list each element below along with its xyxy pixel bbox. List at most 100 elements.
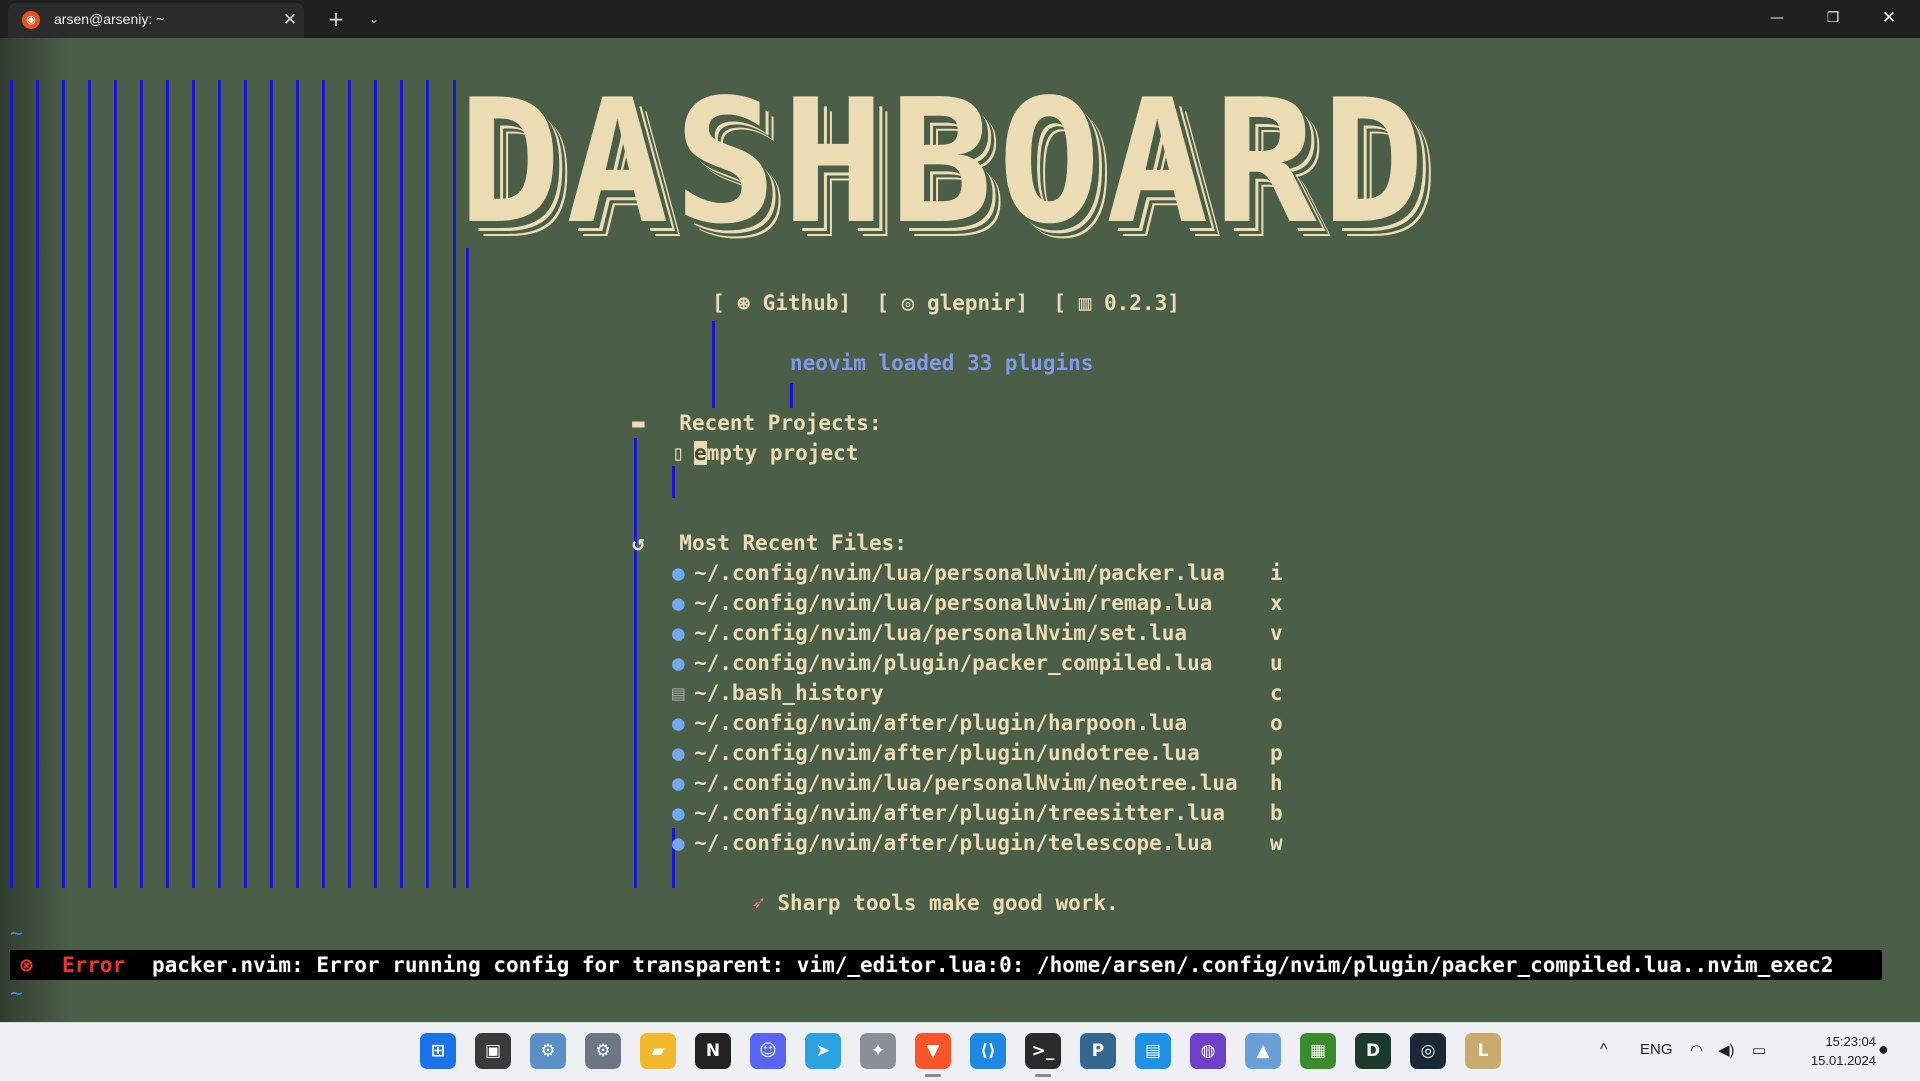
version-icon: ▥ [1066,291,1104,315]
dota-icon[interactable]: D [1355,1033,1391,1069]
indent-guide-line [634,438,637,888]
recent-file-shortcut: o [1270,711,1283,735]
recent-file-item[interactable]: ▤ ~/.bash_history c [672,678,1292,708]
close-tab-button[interactable]: ✕ [278,8,302,32]
lua-icon: ● [672,771,685,795]
recent-file-item[interactable]: ● ~/.config/nvim/after/plugin/undotree.lu… [672,738,1292,768]
recent-file-shortcut: w [1270,831,1283,855]
recent-files-label: Most Recent Files: [679,531,907,555]
recent-project-label: mpty project [706,441,859,465]
recent-file-path: ~/.config/nvim/lua/personalNvim/set.lua [694,621,1188,645]
recent-file-shortcut: x [1270,591,1283,615]
terminal-icon[interactable]: >_ [1025,1033,1061,1077]
user-link[interactable]: glepnir [927,291,1016,315]
error-label: Error [62,953,126,977]
wifi-icon[interactable]: ◠ [1690,1041,1703,1059]
recent-file-item[interactable]: ● ~/.config/nvim/after/plugin/telescope.l… [672,828,1292,858]
volume-icon[interactable]: ◀) [1718,1041,1735,1059]
recent-file-path: ~/.config/nvim/after/plugin/treesitter.l… [694,801,1226,825]
lua-icon: ● [672,801,685,825]
task-view-icon[interactable]: ▣ [475,1033,511,1069]
chevron-up-icon[interactable]: ^ [1600,1041,1608,1059]
recent-files-header: ↺ Most Recent Files: [632,528,907,558]
minecraft-icon[interactable]: ▦ [1300,1033,1336,1069]
github-link[interactable]: Github [763,291,839,315]
recent-file-path: ~/.config/nvim/lua/personalNvim/neotree.… [694,771,1238,795]
indent-guide-line [36,80,39,888]
new-tab-button[interactable]: + [322,6,350,32]
clock-date: 15.01.2024 [1810,1053,1876,1068]
app-icon[interactable]: ✦ [860,1033,896,1069]
indent-guide-line [426,80,429,888]
error-message: packer.nvim: Error running config for tr… [152,953,1834,977]
maximize-button[interactable]: ❐ [1810,0,1856,38]
recent-file-shortcut: b [1270,801,1283,825]
user-icon: ◎ [889,291,927,315]
file-explorer-icon[interactable]: ▰ [640,1033,676,1069]
recent-file-path: ~/.config/nvim/after/plugin/telescope.lu… [694,831,1213,855]
lua-icon: ● [672,831,685,855]
recent-file-item[interactable]: ● ~/.config/nvim/lua/personalNvim/remap.l… [672,588,1292,618]
lua-icon: ● [672,711,685,735]
clock-time: 15:23:04 [1825,1034,1876,1049]
recent-file-path: ~/.config/nvim/after/plugin/undotree.lua [694,741,1200,765]
league-of-legends-icon[interactable]: L [1465,1033,1501,1069]
brave-icon[interactable]: ▼ [915,1033,951,1077]
language-indicator[interactable]: ENG [1640,1041,1673,1058]
vscode-icon[interactable]: ⟨⟩ [970,1033,1006,1069]
history-icon: ↺ [632,531,645,555]
lua-icon: ● [672,561,685,585]
indent-guide-line [374,80,377,888]
minimize-button[interactable]: — [1754,0,1800,38]
recent-file-path: ~/.bash_history [694,681,884,705]
battery-icon[interactable]: ▭ [1752,1041,1766,1059]
recent-file-shortcut: i [1270,561,1283,585]
recent-file-item[interactable]: ● ~/.config/nvim/lua/personalNvim/packer.… [672,558,1292,588]
settings-icon[interactable]: ⚙ [585,1033,621,1069]
indent-guide-line [400,80,403,888]
indent-guide-line [348,80,351,888]
control-panel-icon[interactable]: ⚙ [530,1033,566,1069]
taskbar: ⊞ ▣ ⚙ ⚙ ▰ N ☺ ➤ ✦ ▼ ⟨⟩ >_ P ▤ ◍ ▲ ▦ D ◎ L ^ ENG ◠ ◀) ▭ 15:2… [0,1022,1920,1081]
window-titlebar: ◉ arsen@arseniy: ~ ✕ + ⌄ — ❐ ✕ [0,0,1920,38]
recent-project-item[interactable]: ▯ empty project [672,438,858,468]
tab-title: arsen@arseniy: ~ [54,11,165,27]
error-message-bar: ⊗ Error packer.nvim: Error running confi… [10,950,1882,980]
github-desktop-icon[interactable]: ◍ [1190,1033,1226,1069]
github-icon: ⊛ [724,291,763,315]
recent-projects-label: Recent Projects: [679,411,882,435]
terminal-tab[interactable]: ◉ arsen@arseniy: ~ ✕ [8,3,304,38]
recent-file-path: ~/.config/nvim/lua/personalNvim/packer.l… [694,561,1226,585]
recent-file-item[interactable]: ● ~/.config/nvim/after/plugin/harpoon.lua… [672,708,1292,738]
indent-guide-line [140,80,143,888]
recent-file-path: ~/.config/nvim/lua/personalNvim/remap.lu… [694,591,1213,615]
indent-guide-line [114,80,117,888]
tab-dropdown-button[interactable]: ⌄ [360,6,388,32]
recent-file-path: ~/.config/nvim/plugin/packer_compiled.lu… [694,651,1213,675]
folder-icon: ▬ [632,411,645,435]
indent-guide-line [192,80,195,888]
recent-file-item[interactable]: ● ~/.config/nvim/plugin/packer_compiled.l… [672,648,1292,678]
postgresql-icon[interactable]: P [1080,1033,1116,1069]
lua-icon: ● [672,621,685,645]
error-icon: ⊗ [20,953,33,977]
recent-file-item[interactable]: ● ~/.config/nvim/after/plugin/treesitter.… [672,798,1292,828]
clock[interactable]: 15:23:04 15.01.2024 [1786,1032,1876,1070]
steam-icon[interactable]: ◎ [1410,1033,1446,1069]
notification-bell-icon[interactable]: ● [1878,1039,1889,1060]
indent-guide-line [62,80,65,888]
start-icon[interactable]: ⊞ [420,1033,456,1069]
dashboard-links: [ ⊛ Github] [ ◎ glepnir] [ ▥ 0.2.3] [712,291,1180,315]
close-window-button[interactable]: ✕ [1866,0,1912,38]
indent-guide-line [322,80,325,888]
dashboard-banner: DASHBOARD [458,63,1430,262]
telegram-icon[interactable]: ➤ [805,1033,841,1069]
recent-file-item[interactable]: ● ~/.config/nvim/lua/personalNvim/neotree… [672,768,1292,798]
plugins-loaded-text: neovim loaded 33 plugins [790,351,1094,375]
discord-icon[interactable]: ☺ [750,1033,786,1069]
recent-file-item[interactable]: ● ~/.config/nvim/lua/personalNvim/set.lua… [672,618,1292,648]
terminal-content[interactable]: DASHBOARD [ ⊛ Github] [ ◎ glepnir] [ ▥ 0… [0,38,1920,1022]
docker-icon[interactable]: ▤ [1135,1033,1171,1069]
notion-icon[interactable]: N [695,1033,731,1069]
resource-monitor-icon[interactable]: ▲ [1245,1033,1281,1069]
